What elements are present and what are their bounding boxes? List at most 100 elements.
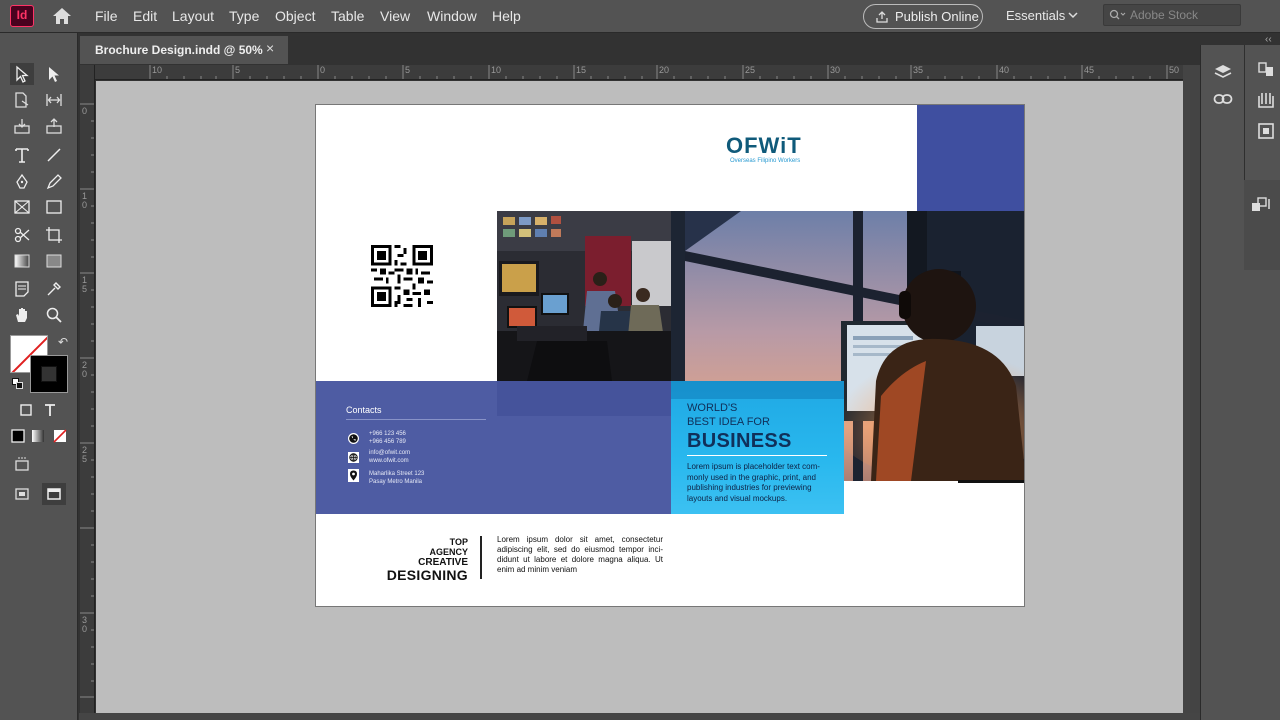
screen-mode-icon[interactable] — [10, 453, 34, 475]
menu-file[interactable]: File — [95, 8, 118, 24]
close-tab-icon[interactable]: × — [266, 40, 274, 56]
hand-tool-icon[interactable] — [10, 304, 34, 326]
control-room-photo[interactable] — [497, 211, 671, 381]
contact-line: Maharlika Street 123 — [369, 471, 425, 477]
publish-online-label: Publish Online — [895, 9, 979, 24]
rectangle-tool-icon[interactable] — [42, 196, 66, 218]
phone-icon — [348, 431, 359, 444]
gap-tool-icon[interactable] — [42, 89, 66, 111]
qr-code[interactable] — [371, 245, 433, 307]
headline-divider — [687, 455, 827, 456]
document-page[interactable]: OFWiT Overseas Filipino Workers Contacts… — [315, 104, 1025, 607]
ruler-label: 0 — [320, 65, 326, 75]
apply-gradient-icon[interactable] — [26, 425, 50, 447]
contact-line: Pasay Metro Manila — [369, 479, 423, 485]
layers-icon[interactable] — [1213, 62, 1233, 82]
content-placer-icon[interactable] — [42, 115, 66, 137]
pages-icon[interactable] — [1256, 60, 1276, 80]
ruler-label: 0 — [82, 200, 88, 210]
links-icon[interactable] — [1213, 92, 1233, 106]
blue-accent-block[interactable] — [917, 105, 1024, 212]
content-collector-icon[interactable] — [10, 115, 34, 137]
phone-numbers: +966 123 456 +966 456 789 — [369, 430, 406, 446]
ruler-label: 5 — [82, 454, 88, 464]
ofwit-logo[interactable]: OFWiT — [726, 133, 802, 159]
formatting-container-icon[interactable] — [14, 399, 38, 421]
vertical-ruler[interactable]: 0 1 0 1 5 2 0 2 5 3 0 — [80, 65, 95, 713]
swatches-icon[interactable] — [1249, 195, 1273, 217]
menu-edit[interactable]: Edit — [133, 8, 157, 24]
lorem-text-frame[interactable]: Lorem ipsum dolor sit amet, consectetur … — [497, 535, 663, 575]
formatting-text-icon[interactable] — [38, 399, 62, 421]
cc-libraries-icon[interactable] — [1256, 90, 1276, 110]
stock-search-input[interactable] — [1130, 7, 1238, 23]
menu-view[interactable]: View — [380, 8, 410, 24]
workspace-switcher[interactable]: Essentials — [1006, 8, 1065, 23]
rectangle-frame-tool-icon[interactable] — [10, 196, 34, 218]
vertical-scrollbar[interactable] — [1183, 65, 1200, 713]
pen-tool-icon[interactable] — [10, 171, 34, 193]
contact-line: +966 456 789 — [369, 439, 406, 445]
collapse-panels-icon[interactable]: ‹‹ — [1265, 35, 1272, 45]
tagline-divider — [480, 536, 482, 579]
page-tool-icon[interactable] — [10, 89, 34, 111]
headline-business: BUSINESS — [687, 430, 792, 452]
search-icon — [1109, 9, 1126, 20]
menu-help[interactable]: Help — [492, 8, 521, 24]
headline-body-text: Lorem ipsum is placeholder text com-monl… — [687, 462, 820, 503]
scissors-tool-icon[interactable] — [10, 224, 34, 246]
note-tool-icon[interactable] — [10, 278, 34, 300]
tagline[interactable]: TOP AGENCY CREATIVE DESIGNING — [356, 537, 468, 583]
ruler-label: 0 — [82, 369, 88, 379]
chevron-down-icon[interactable] — [1068, 12, 1078, 19]
menu-object[interactable]: Object — [275, 8, 315, 24]
status-bar — [79, 713, 1200, 720]
ruler-label: 45 — [1084, 65, 1095, 75]
panels-dock — [1200, 45, 1280, 720]
tagline-line: DESIGNING — [386, 567, 468, 583]
location-pin-icon — [348, 469, 359, 482]
contacts-title: Contacts — [346, 405, 382, 415]
contacts-panel-overlay — [497, 381, 671, 416]
menu-table[interactable]: Table — [331, 8, 364, 24]
stroke-swatch[interactable] — [30, 355, 68, 393]
menu-layout[interactable]: Layout — [172, 8, 214, 24]
eyedropper-tool-icon[interactable] — [42, 278, 66, 300]
preview-mode-icon[interactable] — [10, 483, 34, 505]
ruler-label: 5 — [235, 65, 241, 75]
document-tab[interactable]: Brochure Design.indd @ 50% × — [80, 36, 288, 64]
menu-type[interactable]: Type — [229, 8, 259, 24]
tagline-line: AGENCY — [429, 547, 468, 557]
ruler-label: 10 — [491, 65, 502, 75]
stroke-panel-icon[interactable] — [1256, 121, 1276, 141]
web-addresses: info@ofwit.com www.ofwit.com — [369, 449, 410, 465]
zoom-tool-icon[interactable] — [42, 304, 66, 326]
horizontal-ruler[interactable]: 10 5 0 5 10 15 20 25 30 35 40 45 50 — [80, 65, 1183, 80]
selection-tool-icon[interactable] — [10, 63, 34, 85]
type-tool-icon[interactable] — [10, 144, 34, 166]
contact-line: info@ofwit.com — [369, 450, 411, 456]
ruler-label: 20 — [659, 65, 670, 75]
line-tool-icon[interactable] — [42, 144, 66, 166]
gradient-swatch-tool-icon[interactable] — [10, 250, 34, 272]
ruler-label: 30 — [830, 65, 841, 75]
adobe-stock-search[interactable] — [1103, 4, 1241, 26]
menu-window[interactable]: Window — [427, 8, 477, 24]
logo-subtitle: Overseas Filipino Workers — [730, 158, 801, 164]
direct-selection-tool-icon[interactable] — [42, 63, 66, 85]
gradient-feather-tool-icon[interactable] — [42, 250, 66, 272]
ruler-label: 10 — [152, 65, 163, 75]
pencil-tool-icon[interactable] — [42, 171, 66, 193]
tools-panel: ↶ — [0, 33, 78, 720]
swap-fill-stroke-icon[interactable]: ↶ — [58, 335, 68, 349]
normal-mode-icon[interactable] — [42, 483, 66, 505]
apply-none-icon[interactable] — [48, 425, 72, 447]
home-icon[interactable] — [51, 6, 73, 26]
indesign-logo: Id — [10, 5, 34, 27]
black-accent-bar — [958, 480, 1024, 483]
default-fill-stroke-icon[interactable] — [12, 378, 23, 389]
menu-bar: Id File Edit Layout Type Object Table Vi… — [0, 0, 1280, 33]
publish-online-button[interactable]: Publish Online — [863, 4, 983, 29]
free-transform-tool-icon[interactable] — [42, 224, 66, 246]
ruler-label: 5 — [405, 65, 411, 75]
